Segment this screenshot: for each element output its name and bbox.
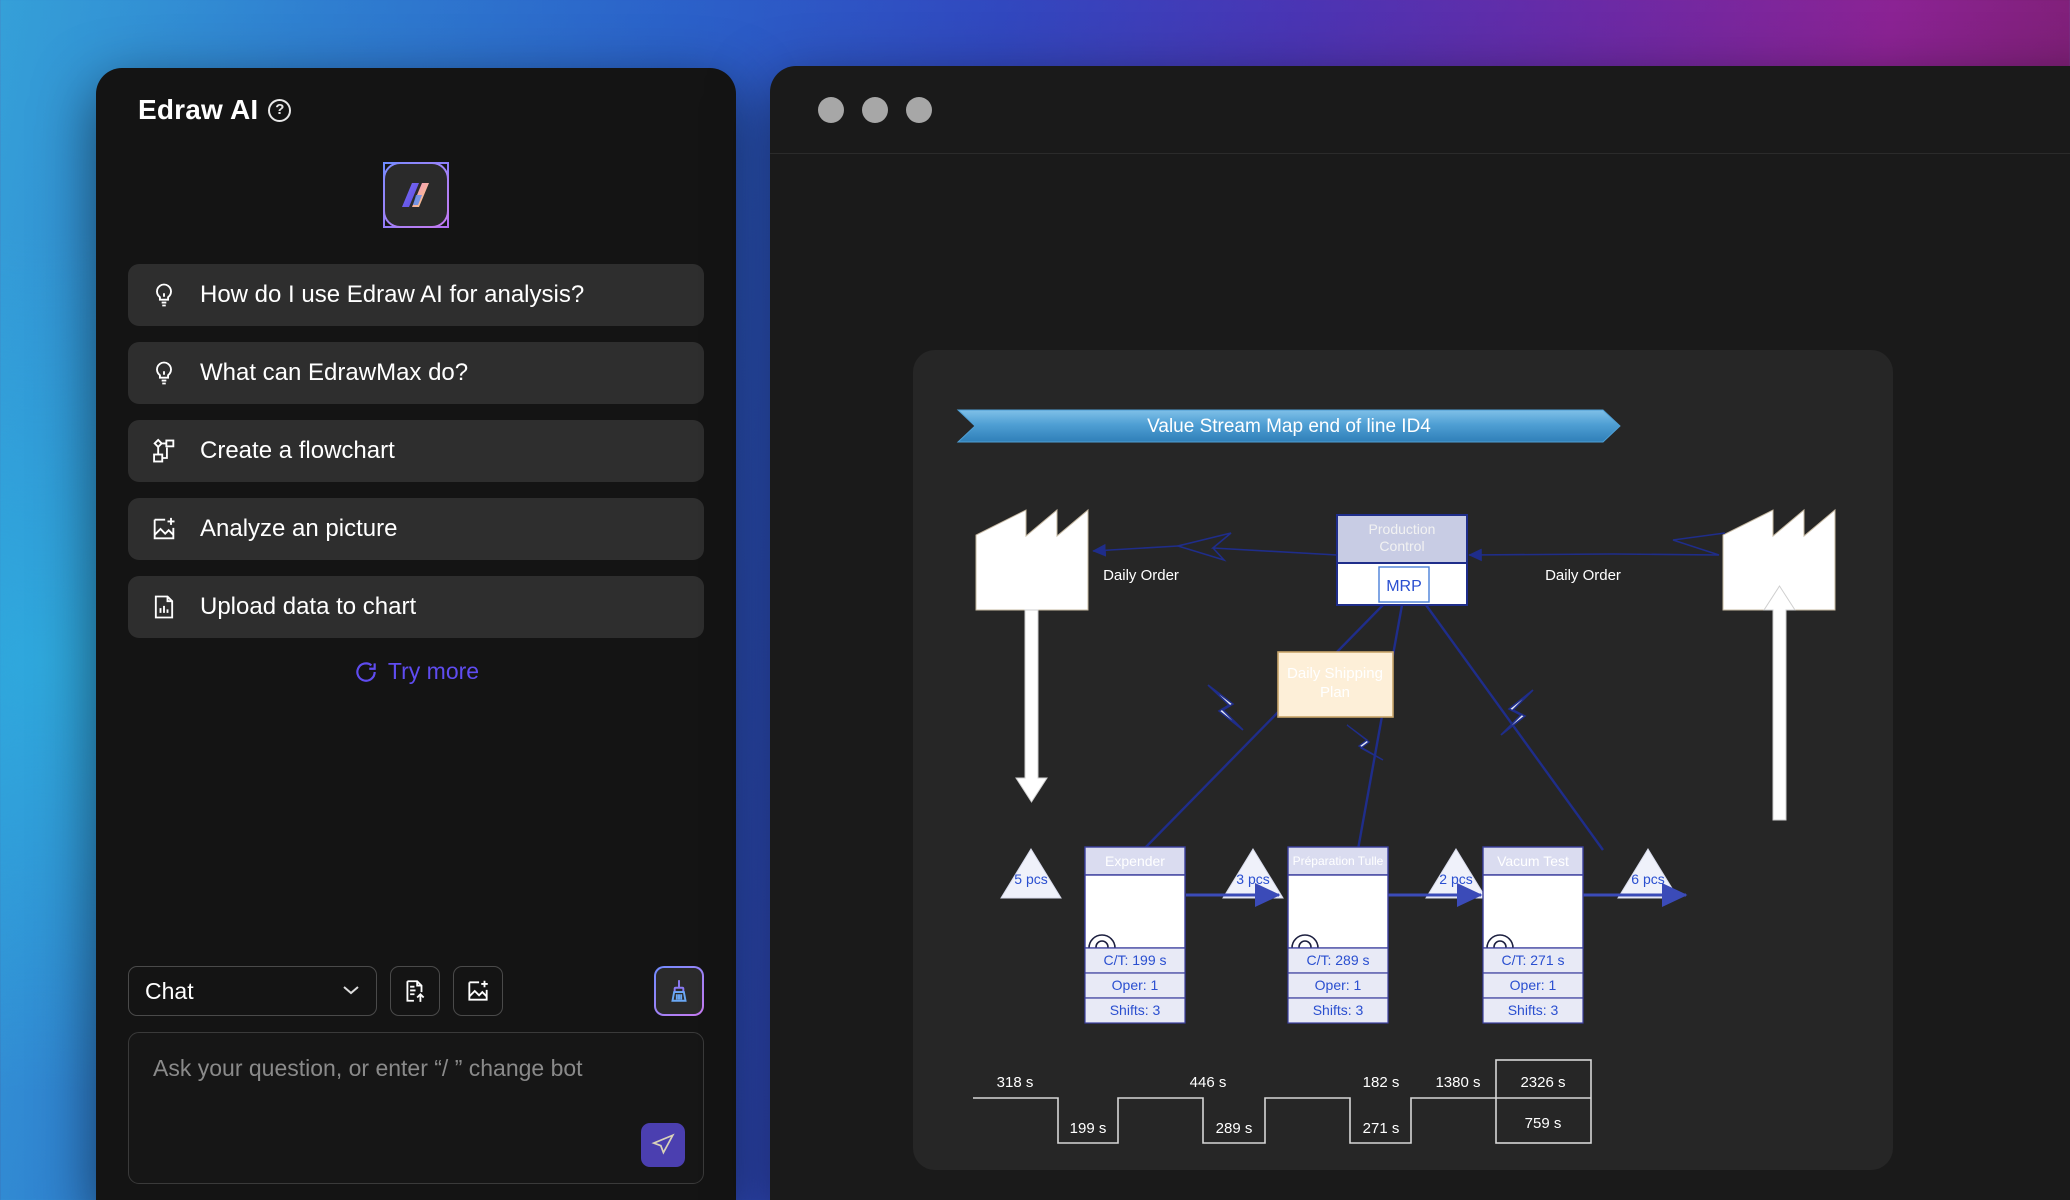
file-upload-icon <box>402 978 428 1004</box>
supplier-factory-icon <box>975 508 1089 803</box>
svg-text:759 s: 759 s <box>1525 1115 1562 1132</box>
vsm-svg: Value Stream Map end of line ID4 Product… <box>956 409 1836 1144</box>
image-add-icon <box>150 515 178 543</box>
svg-text:182 s: 182 s <box>1363 1074 1400 1091</box>
inventory-triangle-3[interactable]: 2 pcs <box>1425 848 1487 899</box>
chart-file-icon <box>150 593 178 621</box>
electronic-info-bolt-right <box>1500 689 1534 736</box>
window-dot-1[interactable] <box>818 96 844 123</box>
svg-text:Shifts: 3: Shifts: 3 <box>1508 1002 1559 1018</box>
broom-icon <box>666 978 692 1004</box>
edraw-ai-panel: Edraw AI ? How do I use Edraw AI for ana… <box>96 68 736 1200</box>
send-icon <box>650 1132 676 1158</box>
mrp-info-lines <box>1142 604 1604 856</box>
svg-text:318 s: 318 s <box>997 1074 1034 1091</box>
svg-text:Value Stream Map end of line I: Value Stream Map end of line ID4 <box>1147 416 1431 437</box>
svg-text:199 s: 199 s <box>1070 1120 1107 1137</box>
ai-logo-container <box>96 162 736 228</box>
svg-text:2326 s: 2326 s <box>1520 1074 1565 1091</box>
svg-text:Shifts: 3: Shifts: 3 <box>1110 1002 1161 1018</box>
svg-text:2 pcs: 2 pcs <box>1439 871 1472 887</box>
suggestion-item-label: How do I use Edraw AI for analysis? <box>200 281 585 308</box>
inventory-triangle-1[interactable]: 5 pcs <box>1000 848 1062 899</box>
chat-input-placeholder: Ask your question, or enter “/ ” change … <box>153 1055 583 1081</box>
process-box-expender[interactable]: Expender C/T: 199 s Oper: 1 Shifts: 3 <box>1084 846 1186 1024</box>
svg-text:1380 s: 1380 s <box>1435 1074 1480 1091</box>
chat-mode-select[interactable]: Chat <box>128 966 377 1016</box>
svg-text:446 s: 446 s <box>1190 1074 1227 1091</box>
try-more-button[interactable]: Try more <box>96 658 736 685</box>
value-stream-map[interactable]: Value Stream Map end of line ID4 Product… <box>913 350 1893 1170</box>
svg-text:271 s: 271 s <box>1363 1120 1400 1137</box>
send-button[interactable] <box>641 1123 685 1167</box>
vsm-title-banner: Value Stream Map end of line ID4 <box>956 409 1621 443</box>
suggestion-item-label: What can EdrawMax do? <box>200 359 469 386</box>
svg-text:3 pcs: 3 pcs <box>1236 871 1269 887</box>
upload-document-button[interactable] <box>390 966 440 1016</box>
svg-text:Plan: Plan <box>1320 684 1350 701</box>
upload-image-button[interactable] <box>453 966 503 1016</box>
process-box-preparation-tulle[interactable]: Préparation Tulle C/T: 289 s Oper: 1 Shi… <box>1287 846 1389 1024</box>
svg-text:Daily Order: Daily Order <box>1103 567 1179 584</box>
svg-text:Oper: 1: Oper: 1 <box>1112 977 1159 993</box>
daily-order-left-flow: Daily Order <box>1092 532 1338 584</box>
svg-text:Daily Order: Daily Order <box>1545 567 1621 584</box>
image-add-icon <box>465 978 491 1004</box>
suggestion-item-analyze-picture[interactable]: Analyze an picture <box>128 498 704 560</box>
flowchart-icon <box>150 437 178 465</box>
svg-text:Vacum Test: Vacum Test <box>1497 853 1569 869</box>
svg-text:5 pcs: 5 pcs <box>1014 871 1047 887</box>
svg-text:6 pcs: 6 pcs <box>1631 871 1664 887</box>
inventory-triangle-2[interactable]: 3 pcs <box>1222 848 1284 899</box>
customer-factory-icon <box>1722 508 1836 821</box>
inventory-triangle-4[interactable]: 6 pcs <box>1617 848 1679 899</box>
diagram-canvas-area: Value Stream Map end of line ID4 Product… <box>770 176 2070 1200</box>
daily-order-right-flow: Daily Order <box>1468 532 1726 584</box>
lightbulb-icon <box>150 359 178 387</box>
process-box-vacum-test[interactable]: Vacum Test C/T: 271 s Oper: 1 Shifts: 3 <box>1482 846 1584 1024</box>
svg-text:Préparation Tulle: Préparation Tulle <box>1293 854 1384 868</box>
production-control-box[interactable]: Production Control MRP <box>1336 514 1468 606</box>
question-mark-icon[interactable]: ? <box>268 98 292 122</box>
suggestion-item-flowchart[interactable]: Create a flowchart <box>128 420 704 482</box>
window-titlebar <box>770 66 2070 154</box>
svg-text:C/T: 199 s: C/T: 199 s <box>1103 952 1166 968</box>
svg-text:C/T: 289 s: C/T: 289 s <box>1306 952 1369 968</box>
ai-panel-header: Edraw AI ? <box>96 68 736 126</box>
svg-text:Daily Shipping: Daily Shipping <box>1287 665 1383 682</box>
page-title: Edraw AI <box>138 94 259 125</box>
svg-text:Control: Control <box>1379 538 1424 554</box>
window-dot-2[interactable] <box>862 96 888 123</box>
svg-text:MRP: MRP <box>1386 578 1422 595</box>
daily-shipping-plan-box[interactable]: Daily Shipping Plan <box>1277 651 1394 718</box>
svg-text:Shifts: 3: Shifts: 3 <box>1313 1002 1364 1018</box>
suggestion-list: How do I use Edraw AI for analysis? What… <box>96 264 736 638</box>
suggestion-item-edrawmax[interactable]: What can EdrawMax do? <box>128 342 704 404</box>
diagram-window: Value Stream Map end of line ID4 Product… <box>770 66 2070 1200</box>
window-dot-3[interactable] <box>906 96 932 123</box>
vsm-timeline <box>973 1059 1592 1144</box>
chat-mode-value: Chat <box>145 977 194 1004</box>
svg-text:Production: Production <box>1369 521 1436 537</box>
suggestion-item-label: Upload data to chart <box>200 593 417 620</box>
suggestion-item-upload-chart[interactable]: Upload data to chart <box>128 576 704 638</box>
electronic-info-bolt-left <box>1207 684 1244 731</box>
svg-text:289 s: 289 s <box>1216 1120 1253 1137</box>
suggestion-item-analysis[interactable]: How do I use Edraw AI for analysis? <box>128 264 704 326</box>
clear-chat-button[interactable] <box>654 966 704 1016</box>
chat-input-container[interactable]: Ask your question, or enter “/ ” change … <box>128 1032 704 1184</box>
vsm-timeline-labels: 318 s 446 s 182 s 1380 s 199 s 289 s 271… <box>997 1074 1566 1137</box>
suggestion-item-label: Analyze an picture <box>200 515 398 542</box>
svg-text:Oper: 1: Oper: 1 <box>1315 977 1362 993</box>
svg-text:Oper: 1: Oper: 1 <box>1510 977 1557 993</box>
try-more-label: Try more <box>387 658 480 684</box>
chat-controls: Chat <box>128 966 704 1016</box>
edraw-ai-logo-icon <box>383 162 449 228</box>
lightbulb-icon <box>150 281 178 309</box>
svg-text:Expender: Expender <box>1105 853 1165 869</box>
chevron-down-icon <box>342 981 360 1001</box>
svg-text:C/T: 271 s: C/T: 271 s <box>1501 952 1564 968</box>
suggestion-item-label: Create a flowchart <box>200 437 395 464</box>
refresh-icon <box>353 659 379 685</box>
